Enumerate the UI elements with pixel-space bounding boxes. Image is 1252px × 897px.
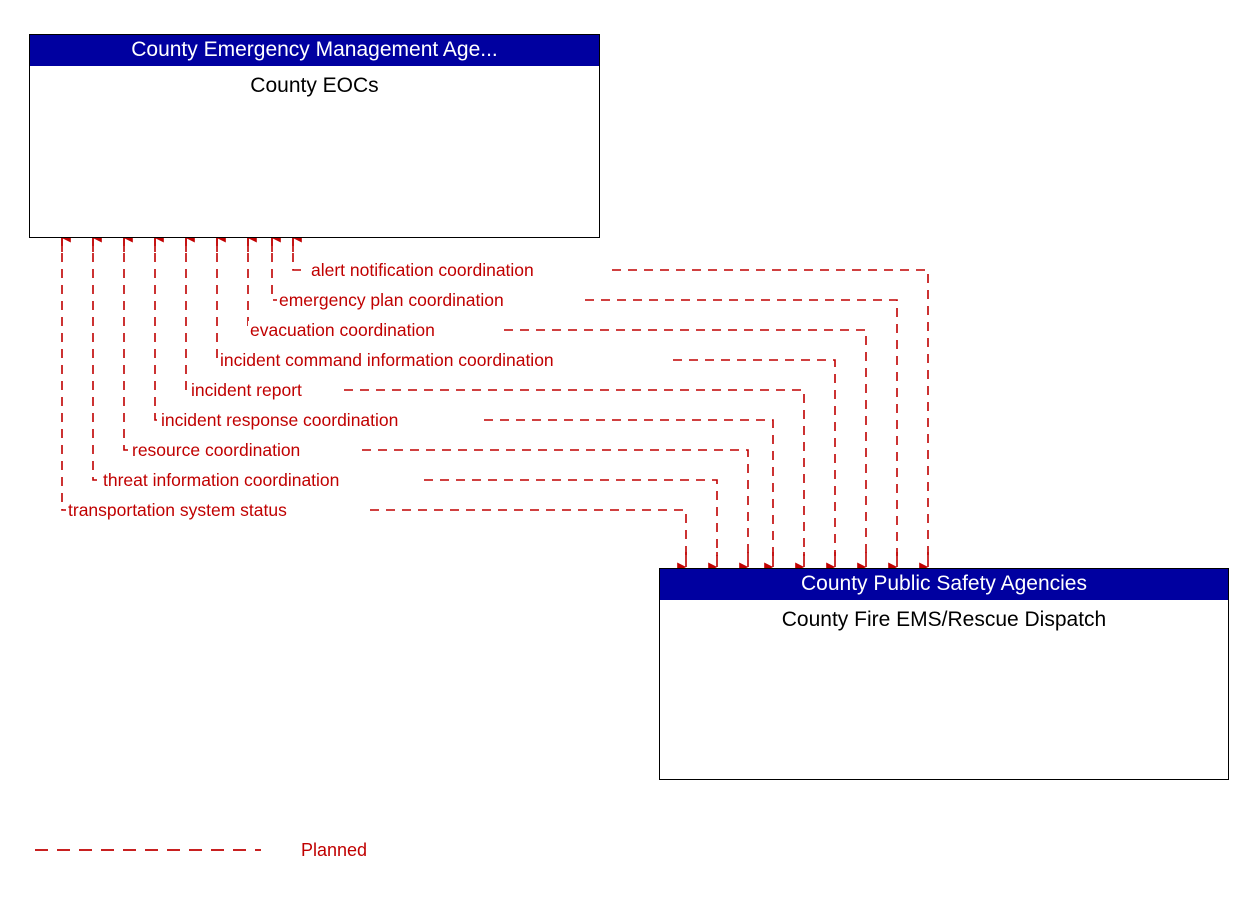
node-county-eocs-name: County EOCs [250,74,379,97]
flow-label-transportation-system-status[interactable]: transportation system status [66,501,289,519]
flow-path-alert-notification-coordination [292,237,302,271]
flow-path-incident-report-b [344,389,805,556]
node-county-eocs-stakeholder: County Emergency Management Age... [30,35,599,66]
flow-label-resource-coordination[interactable]: resource coordination [130,441,303,459]
flow-label-threat-information-coordination[interactable]: threat information coordination [101,471,342,489]
flow-path-incident-report [185,237,193,391]
flow-path-incident-response-coordination-b [484,419,774,556]
flow-label-evacuation-coordination[interactable]: evacuation coordination [248,321,437,339]
node-county-eocs[interactable]: County Emergency Management Age... Count… [29,34,600,238]
flow-path-emergency-plan-coordination-b [585,299,898,556]
flow-label-alert-notification-coordination[interactable]: alert notification coordination [309,261,536,279]
architecture-diagram-canvas: County Emergency Management Age... Count… [0,0,1252,897]
flow-path-evacuation-coordination-b [504,329,867,556]
flow-path-resource-coordination-b [362,449,749,556]
legend: Planned [33,838,433,868]
legend-item-planned-label: Planned [301,840,368,860]
flow-path-threat-information-coordination-b [424,479,718,556]
flow-label-incident-command-information-coordination[interactable]: incident command information coordinatio… [218,351,556,369]
flow-label-incident-response-coordination[interactable]: incident response coordination [159,411,401,429]
node-county-fire-ems-rescue-dispatch-name: County Fire EMS/Rescue Dispatch [781,608,1107,631]
flow-path-incident-command-information-coordination [216,237,220,361]
flow-label-incident-report[interactable]: incident report [189,381,304,399]
flow-path-alert-notification-coordination-b [612,269,929,556]
flow-path-incident-response-coordination [154,237,162,421]
flow-path-transportation-system-status [61,237,66,511]
node-county-fire-ems-rescue-dispatch[interactable]: County Public Safety Agencies County Fir… [659,568,1229,780]
legend-planned-line-sample [35,849,261,851]
flow-path-transportation-system-status-b [370,509,687,556]
flow-path-resource-coordination [123,237,128,451]
node-county-fire-ems-rescue-dispatch-stakeholder: County Public Safety Agencies [660,569,1228,600]
flow-label-emergency-plan-coordination[interactable]: emergency plan coordination [277,291,506,309]
flow-path-threat-information-coordination [92,237,97,481]
